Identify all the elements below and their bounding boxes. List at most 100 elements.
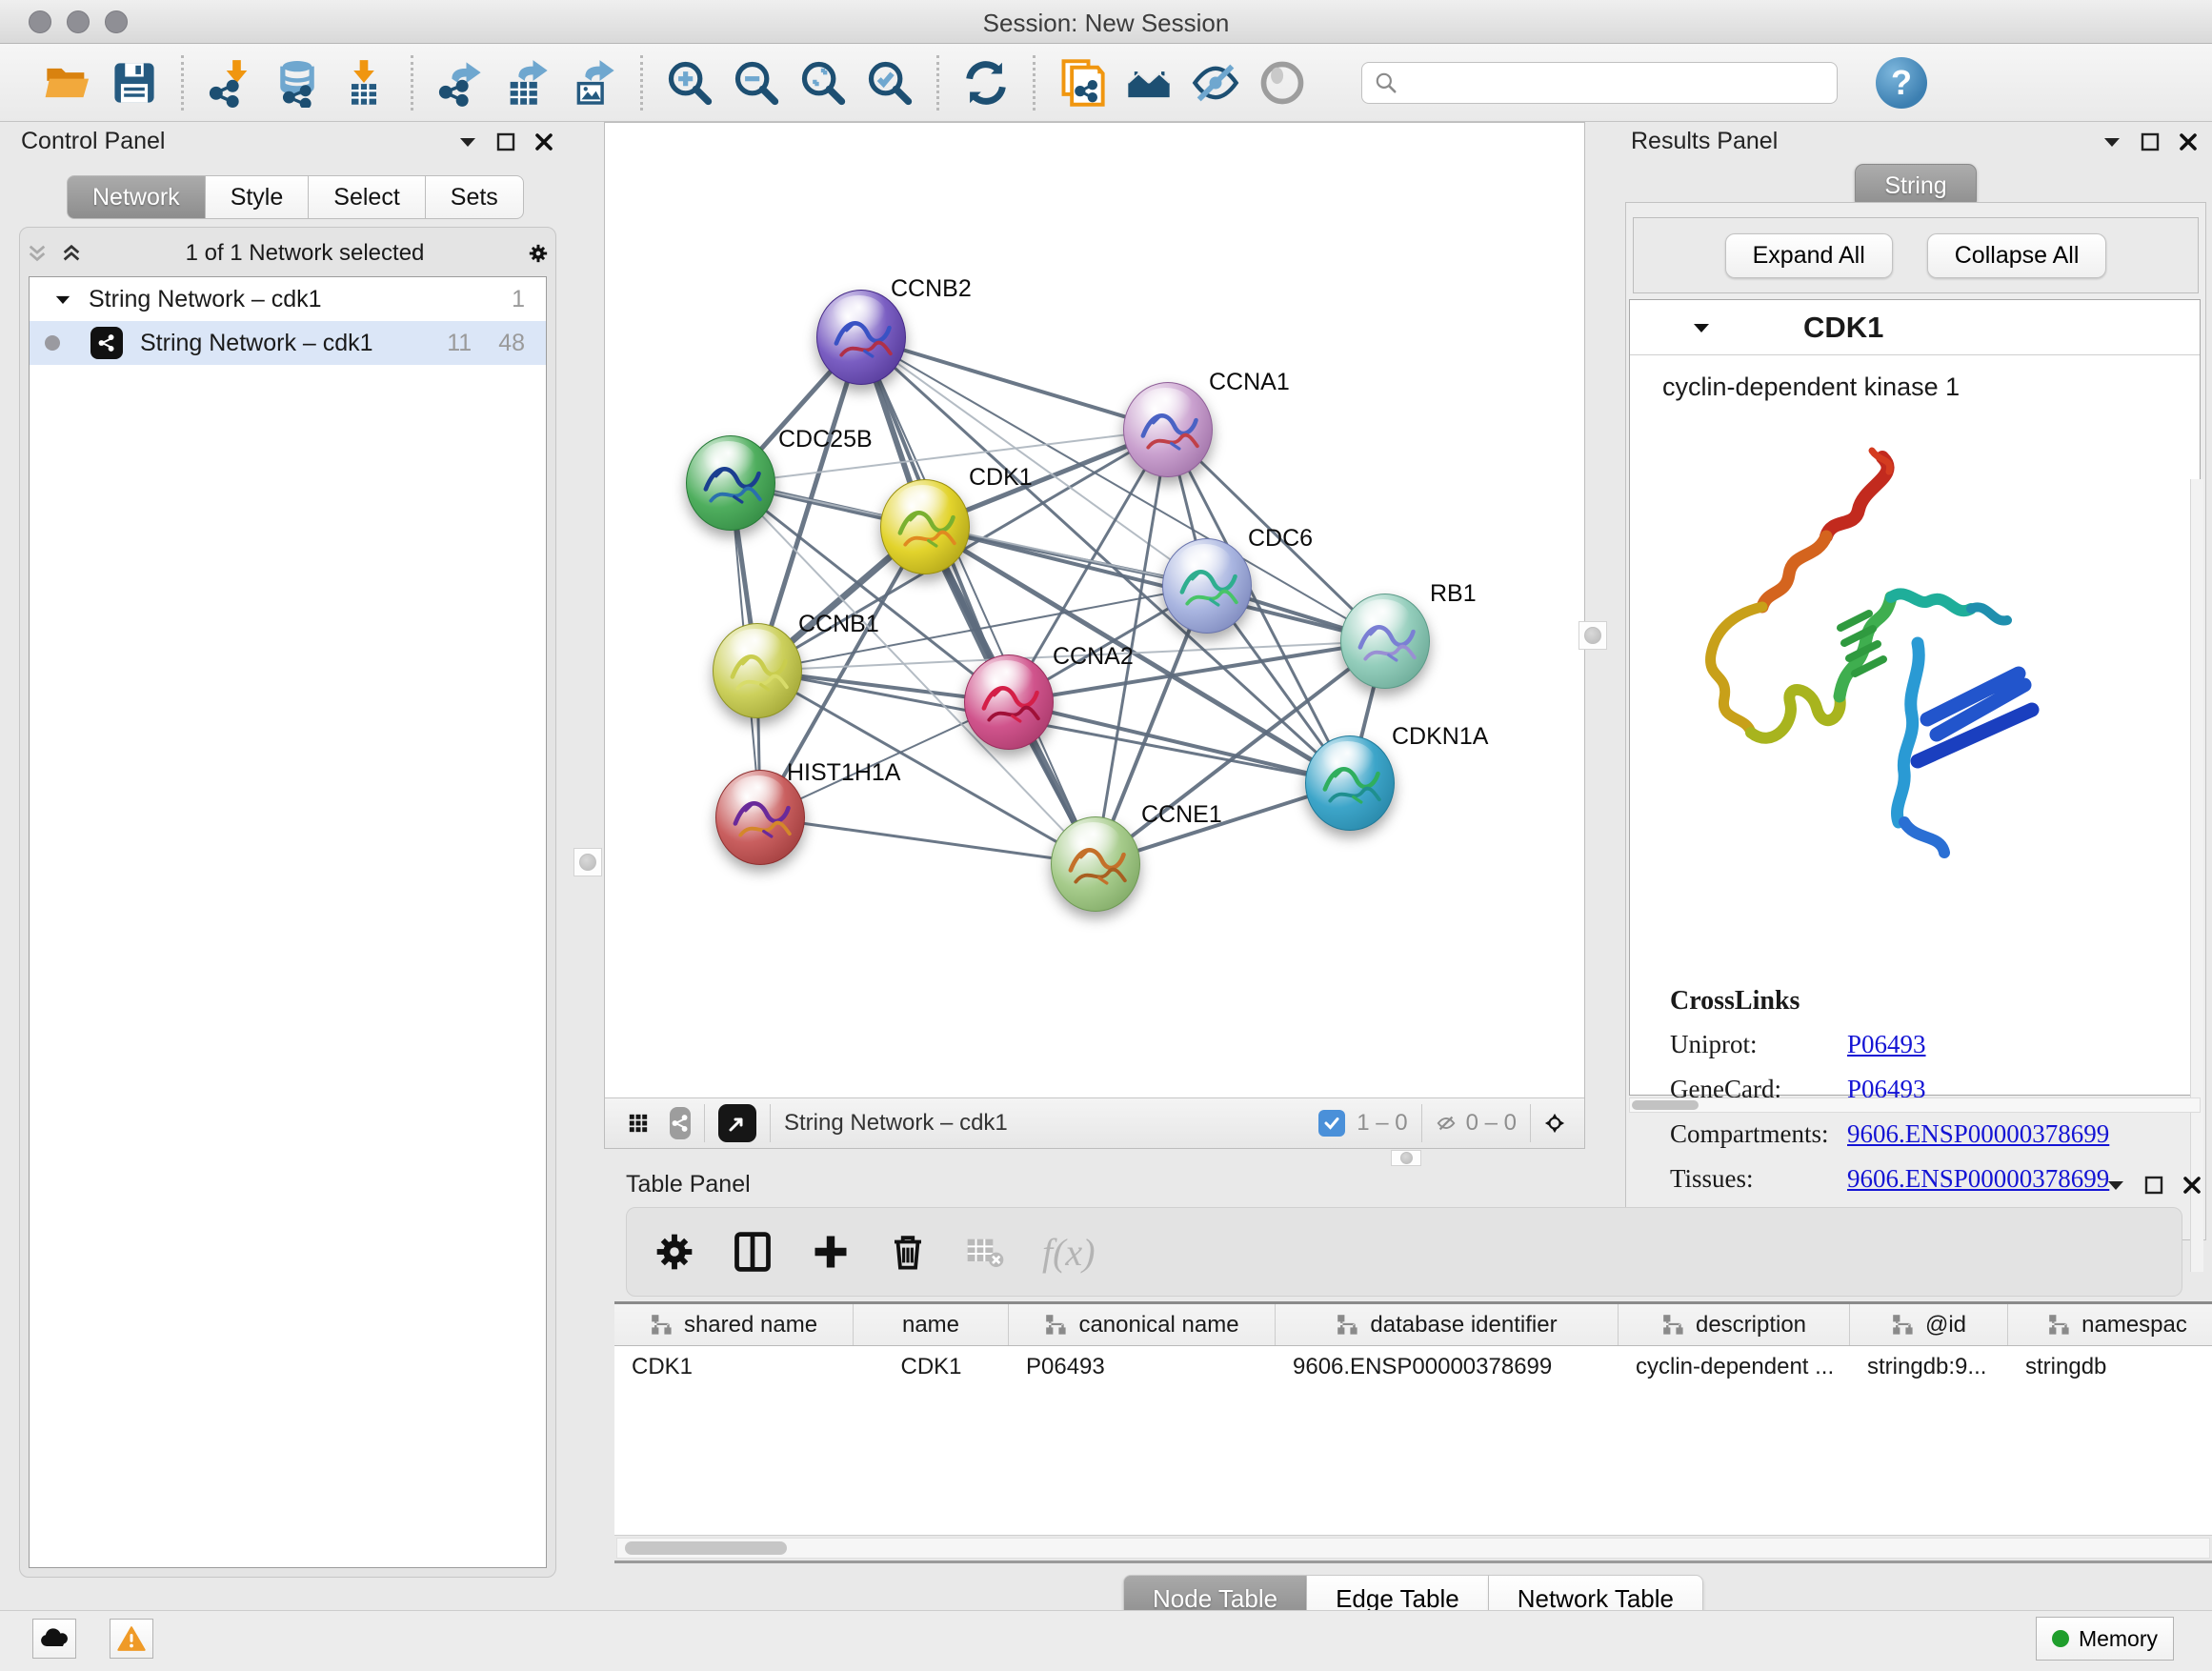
tab-style[interactable]: Style [206,175,310,219]
float-panel-icon[interactable] [2101,131,2122,152]
table-options-button[interactable] [654,1231,695,1273]
export-table-button[interactable] [493,52,560,113]
update-network-button[interactable] [953,52,1019,113]
results-vertical-scrollbar[interactable] [2190,479,2203,1272]
edge-CCNE1-HIST1H1A[interactable] [760,817,1096,864]
memory-button[interactable]: Memory [2036,1617,2174,1661]
grid-view-icon[interactable] [628,1113,649,1134]
column-header-sharedname[interactable]: shared name [614,1304,854,1345]
results-horizontal-scrollbar[interactable] [1629,1097,2201,1113]
string-view-icon[interactable] [670,1113,691,1134]
scrollbar-thumb[interactable] [1632,1100,1699,1110]
node-CDC25B[interactable] [686,435,775,531]
network-row[interactable]: String Network – cdk1 11 48 [30,321,546,365]
search-input[interactable] [1398,70,1808,96]
export-image-button[interactable] [560,52,627,113]
table-cell[interactable]: CDK1 [854,1346,1009,1388]
fit-content-button[interactable] [790,52,856,113]
node-CCNA1[interactable] [1123,382,1213,477]
show-columns-button[interactable] [732,1231,774,1273]
open-session-button[interactable] [34,52,101,113]
node-label-CCNE1: CCNE1 [1141,801,1222,829]
zoom-in-button[interactable] [656,52,723,113]
tab-network[interactable]: Network [67,175,206,219]
network-options-gear-icon[interactable] [528,243,549,264]
selected-checkbox-icon[interactable] [1318,1110,1345,1137]
expand-all-button[interactable]: Expand All [1725,233,1893,278]
tab-sets[interactable]: Sets [426,175,524,219]
delete-column-button[interactable] [888,1231,928,1273]
right-splitter-handle[interactable] [1579,621,1607,650]
close-panel-icon[interactable] [2182,1175,2202,1196]
edge-CDK1-RB1[interactable] [925,527,1385,641]
selected-node-edge-counts: 1 – 0 [1357,1110,1407,1137]
maximize-panel-icon[interactable] [2140,131,2161,152]
result-entry-header[interactable]: CDK1 [1630,300,2200,355]
node-CDKN1A[interactable] [1305,735,1395,831]
table-cell[interactable]: stringdb:9... [1850,1346,2008,1388]
node-RB1[interactable] [1340,594,1430,689]
crosshair-icon[interactable] [1544,1113,1565,1134]
column-header-name[interactable]: name [854,1304,1009,1345]
table-cell[interactable]: stringdb [2008,1346,2212,1388]
import-network-database-button[interactable] [264,52,331,113]
first-neighbors-button[interactable] [1116,52,1182,113]
help-button[interactable]: ? [1876,57,1927,109]
node-CCNE1[interactable] [1051,816,1140,912]
import-network-file-button[interactable] [197,52,264,113]
table-horizontal-scrollbar[interactable] [616,1538,2210,1559]
network-canvas[interactable]: CCNB2CCNA1CDC25BCDK1CDC6RB1CCNB1CCNA2CDK… [605,123,1584,1097]
node-CDK1[interactable] [880,479,970,574]
float-panel-icon[interactable] [2105,1175,2126,1196]
node-CCNA2[interactable] [964,654,1054,750]
export-network-button[interactable] [427,52,493,113]
table-cell[interactable]: CDK1 [614,1346,854,1388]
trash-icon [888,1231,928,1273]
import-table-file-button[interactable] [331,52,397,113]
entry-expander-icon[interactable] [1691,317,1712,338]
close-panel-icon[interactable] [533,131,554,152]
cloud-status-button[interactable] [32,1619,76,1659]
hide-selected-button[interactable] [1182,52,1249,113]
show-all-button[interactable] [1249,52,1316,113]
table-row[interactable]: CDK1CDK1P064939606.ENSP00000378699cyclin… [614,1346,2212,1388]
node-CCNB2[interactable] [816,290,906,385]
maximize-panel-icon[interactable] [495,131,516,152]
left-splitter-handle[interactable] [573,848,602,876]
collapse-all-networks-icon[interactable] [27,243,48,264]
tab-select[interactable]: Select [309,175,425,219]
table-cell[interactable]: 9606.ENSP00000378699 [1276,1346,1619,1388]
column-header-namespac[interactable]: namespac [2008,1304,2212,1345]
scrollbar-thumb[interactable] [625,1541,787,1555]
create-column-button[interactable] [810,1231,852,1273]
cloud-icon [39,1627,70,1650]
search-field[interactable] [1361,62,1838,104]
float-panel-icon[interactable] [457,131,478,152]
expand-all-networks-icon[interactable] [61,243,82,264]
column-header-description[interactable]: description [1619,1304,1850,1345]
network-collection-row[interactable]: String Network – cdk1 1 [30,277,546,321]
birds-eye-view-icon[interactable] [718,1104,756,1142]
node-CCNB1[interactable] [713,623,802,718]
node-CDC6[interactable] [1162,538,1252,634]
hidden-eye-slash-icon[interactable] [1436,1113,1457,1134]
zoom-selected-button[interactable] [856,52,923,113]
table-cell[interactable]: P06493 [1009,1346,1276,1388]
maximize-panel-icon[interactable] [2143,1175,2164,1196]
network-view-title: String Network – cdk1 [784,1110,1008,1137]
close-panel-icon[interactable] [2178,131,2199,152]
column-header-canonicalname[interactable]: canonical name [1009,1304,1276,1345]
bottom-splitter-handle[interactable] [1391,1150,1421,1166]
save-session-button[interactable] [101,52,168,113]
column-header-databaseidentifier[interactable]: database identifier [1276,1304,1619,1345]
crosslink-link[interactable]: 9606.ENSP00000378699 [1847,1119,2109,1149]
clone-network-button[interactable] [1049,52,1116,113]
tree-expander-icon[interactable] [52,289,73,310]
crosslink-link[interactable]: P06493 [1847,1030,1926,1059]
column-header-id[interactable]: @id [1850,1304,2008,1345]
edge-CCNB2-CCNA1[interactable] [861,337,1168,430]
table-cell[interactable]: cyclin-dependent ... [1619,1346,1850,1388]
collapse-all-button[interactable]: Collapse All [1927,233,2107,278]
warnings-button[interactable] [110,1619,153,1659]
zoom-out-button[interactable] [723,52,790,113]
